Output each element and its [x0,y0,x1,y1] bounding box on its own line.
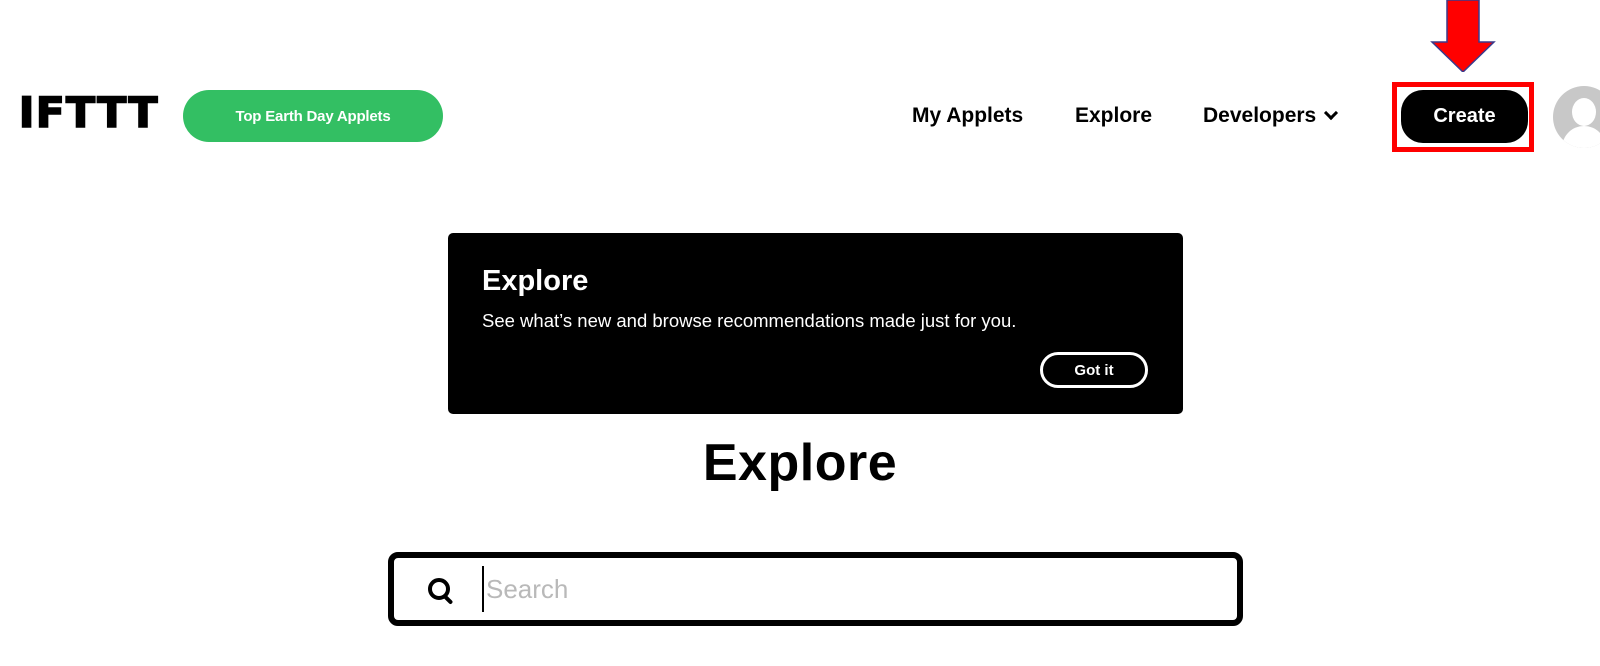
chevron-down-icon [1324,105,1339,121]
nav-explore[interactable]: Explore [1075,100,1152,132]
nav-developers[interactable]: Developers [1203,100,1339,132]
nav-developers-label: Developers [1203,104,1317,127]
search-icon [428,578,454,605]
avatar-head-shape [1572,98,1596,126]
banner-title: Explore [482,265,589,297]
create-button[interactable]: Create [1401,90,1528,143]
search-box[interactable] [388,552,1243,626]
nav-my-applets[interactable]: My Applets [912,100,1023,132]
top-earth-day-applets-button[interactable]: Top Earth Day Applets [183,90,443,142]
red-arrow-annotation [1430,0,1496,72]
page-title: Explore [702,434,898,492]
ifttt-logo[interactable]: IFTTT [18,91,159,135]
avatar-body-shape [1562,126,1600,148]
search-input[interactable] [482,566,1222,612]
got-it-button[interactable]: Got it [1040,352,1148,388]
user-avatar-icon[interactable] [1553,86,1600,148]
banner-description: See what’s new and browse recommendation… [482,310,1017,331]
explore-info-banner: Explore See what’s new and browse recomm… [448,233,1183,414]
